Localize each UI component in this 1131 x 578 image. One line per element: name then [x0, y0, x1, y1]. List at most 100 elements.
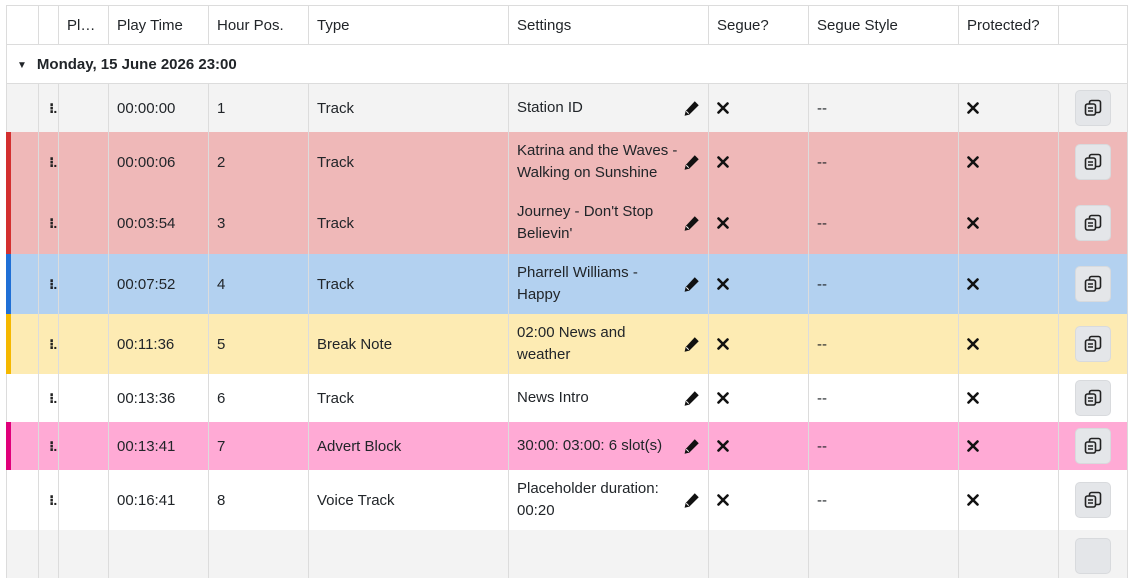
play-time-cell: 00:11:36: [108, 314, 209, 374]
group-row[interactable]: ▼ Monday, 15 June 2026 23:00: [6, 44, 1128, 84]
settings-cell: Station ID: [508, 83, 709, 132]
drag-handle-icon[interactable]: ⁝.: [38, 83, 59, 132]
segue-style-cell: --: [808, 314, 959, 374]
x-mark-icon: [717, 338, 800, 350]
play-time-cell: 00:07:52: [108, 254, 209, 314]
header-type[interactable]: Type: [308, 5, 509, 45]
pencil-icon[interactable]: [683, 336, 700, 353]
header-play[interactable]: Pla...: [58, 5, 109, 45]
copy-button[interactable]: [1075, 380, 1111, 416]
play-time-cell: 00:00:06: [108, 132, 209, 192]
table-row[interactable]: ⁝. 00:13:36 6 Track News Intro --: [6, 374, 1128, 422]
table-row[interactable]: ⁝. 00:16:41 8 Voice Track Placeholder durati…: [6, 470, 1128, 530]
segue-style-cell: --: [808, 83, 959, 132]
empty-cell: [708, 530, 809, 578]
settings-cell: News Intro: [508, 374, 709, 422]
copy-cell: [1058, 132, 1128, 192]
header-segue[interactable]: Segue?: [708, 5, 809, 45]
table-row[interactable]: ⁝. 00:03:54 3 Track Journey - Don't Stop Bel…: [6, 192, 1128, 254]
header-segue-style[interactable]: Segue Style: [808, 5, 959, 45]
drag-handle-icon[interactable]: ⁝.: [38, 254, 59, 314]
row-select-cell[interactable]: [6, 374, 39, 422]
table-row[interactable]: ⁝. 00:00:00 1 Track Station ID --: [6, 83, 1128, 132]
x-mark-icon: [967, 217, 1050, 229]
type-cell: Track: [308, 254, 509, 314]
settings-text: Pharrell Williams - Happy: [517, 264, 638, 303]
row-select-cell[interactable]: [6, 132, 39, 192]
table-row[interactable]: ⁝. 00:11:36 5 Break Note 02:00 News and weat…: [6, 314, 1128, 374]
row-color-indicator: [6, 132, 11, 192]
protected-cell: [958, 192, 1059, 254]
copy-cell: [1058, 530, 1128, 578]
type-cell: Track: [308, 192, 509, 254]
row-color-indicator: [6, 254, 11, 314]
play-cell: [58, 422, 109, 470]
table-row[interactable]: [6, 530, 1128, 578]
copy-button[interactable]: [1075, 205, 1111, 241]
drag-handle-icon[interactable]: ⁝.: [38, 374, 59, 422]
drag-handle-icon[interactable]: ⁝.: [38, 470, 59, 530]
copy-icon: [1083, 274, 1103, 294]
row-select-cell[interactable]: [6, 314, 39, 374]
pencil-icon[interactable]: [683, 154, 700, 171]
table-row[interactable]: ⁝. 00:00:06 2 Track Katrina and the Waves - …: [6, 132, 1128, 192]
settings-text: Journey - Don't Stop Believin': [517, 203, 654, 242]
segue-cell: [708, 254, 809, 314]
x-mark-icon: [717, 392, 800, 404]
copy-button[interactable]: [1075, 144, 1111, 180]
hour-pos-cell: 6: [208, 374, 309, 422]
table-row[interactable]: ⁝. 00:13:41 7 Advert Block 30:00: 03:00: 6 s…: [6, 422, 1128, 470]
pencil-icon[interactable]: [683, 100, 700, 117]
pencil-icon[interactable]: [683, 438, 700, 455]
pencil-icon[interactable]: [683, 215, 700, 232]
copy-cell: [1058, 83, 1128, 132]
row-select-cell[interactable]: [6, 83, 39, 132]
copy-button[interactable]: [1075, 428, 1111, 464]
drag-handle-icon[interactable]: ⁝.: [38, 132, 59, 192]
copy-icon: [1083, 98, 1103, 118]
table-row[interactable]: ⁝. 00:07:52 4 Track Pharrell Williams - Happ…: [6, 254, 1128, 314]
segue-cell: [708, 192, 809, 254]
drag-handle-icon[interactable]: ⁝.: [38, 422, 59, 470]
hour-pos-cell: 2: [208, 132, 309, 192]
drag-handle-icon[interactable]: ⁝.: [38, 314, 59, 374]
copy-button[interactable]: [1075, 538, 1111, 574]
header-protected[interactable]: Protected?: [958, 5, 1059, 45]
row-select-cell[interactable]: [6, 470, 39, 530]
empty-cell: [508, 530, 709, 578]
play-cell: [58, 192, 109, 254]
type-cell: Break Note: [308, 314, 509, 374]
settings-cell: Katrina and the Waves - Walking on Sunsh…: [508, 132, 709, 192]
row-select-cell[interactable]: [6, 192, 39, 254]
copy-button[interactable]: [1075, 326, 1111, 362]
settings-cell: Pharrell Williams - Happy: [508, 254, 709, 314]
pencil-icon[interactable]: [683, 390, 700, 407]
empty-cell: [58, 530, 109, 578]
play-time-cell: 00:13:41: [108, 422, 209, 470]
play-cell: [58, 470, 109, 530]
group-cell[interactable]: ▼ Monday, 15 June 2026 23:00: [6, 44, 1128, 84]
copy-cell: [1058, 314, 1128, 374]
empty-cell: [808, 530, 959, 578]
play-cell: [58, 132, 109, 192]
settings-text: News Intro: [517, 389, 589, 406]
copy-button[interactable]: [1075, 266, 1111, 302]
x-mark-icon: [967, 392, 1050, 404]
header-handle: [38, 5, 59, 45]
copy-button[interactable]: [1075, 482, 1111, 518]
header-hour-pos[interactable]: Hour Pos.: [208, 5, 309, 45]
copy-button[interactable]: [1075, 90, 1111, 126]
protected-cell: [958, 83, 1059, 132]
header-play-time[interactable]: Play Time: [108, 5, 209, 45]
x-mark-icon: [717, 440, 800, 452]
header-settings[interactable]: Settings: [508, 5, 709, 45]
pencil-icon[interactable]: [683, 492, 700, 509]
caret-down-icon[interactable]: ▼: [17, 60, 27, 71]
drag-handle-icon[interactable]: ⁝.: [38, 192, 59, 254]
row-select-cell[interactable]: [6, 254, 39, 314]
segue-style-cell: --: [808, 132, 959, 192]
header-select[interactable]: [6, 5, 39, 45]
pencil-icon[interactable]: [683, 276, 700, 293]
playlist-grid: Pla... Play Time Hour Pos. Type Settings…: [6, 5, 1128, 578]
row-select-cell[interactable]: [6, 422, 39, 470]
